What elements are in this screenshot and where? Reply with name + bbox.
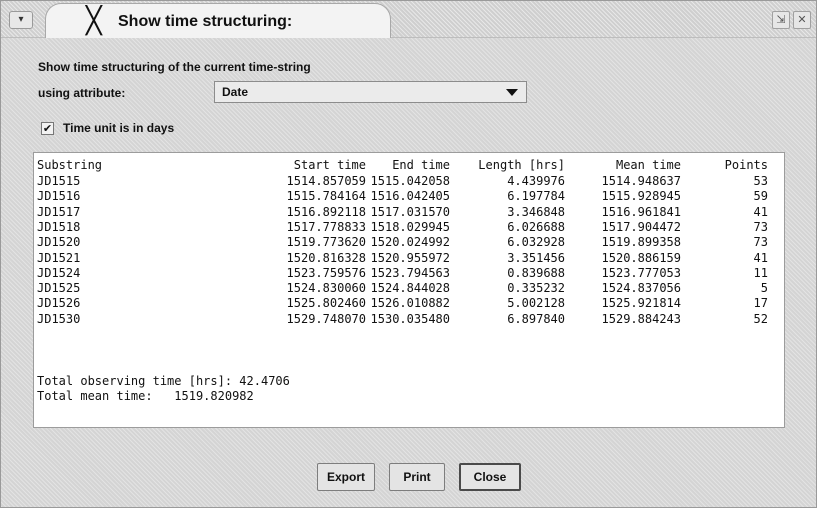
cell-start-time: 1517.778833: [286, 219, 366, 234]
cell-length: 6.032928: [507, 235, 565, 250]
cell-start-time: 1519.773620: [286, 235, 366, 250]
cell-start-time: 1529.748070: [286, 311, 366, 326]
cell-length: 6.026688: [507, 219, 565, 234]
header-length: Length [hrs]: [478, 158, 565, 172]
cell-points: 52: [753, 311, 768, 326]
dialog-window: ▾ ╳ Show time structuring: ⇲ ✕ Show time…: [0, 0, 817, 508]
cell-end-time: 1516.042405: [370, 189, 450, 204]
attribute-select[interactable]: Date: [214, 81, 527, 103]
header-end-time: End time: [392, 158, 450, 172]
cell-start-time: 1523.759576: [286, 265, 366, 280]
cell-substring: JD1517: [37, 204, 81, 219]
cell-length: 3.351456: [507, 250, 565, 265]
cell-points: 59: [753, 189, 768, 204]
cell-end-time: 1517.031570: [370, 204, 450, 219]
total-mean-time: Total mean time: 1519.820982: [37, 389, 254, 403]
cell-points: 73: [753, 235, 768, 250]
attribute-select-value: Date: [222, 85, 249, 99]
window-title: Show time structuring:: [118, 13, 293, 30]
cell-start-time: 1524.830060: [286, 281, 366, 296]
cell-mean-time: 1515.928945: [601, 189, 681, 204]
cell-points: 11: [753, 265, 768, 280]
chevron-down-icon: [506, 89, 518, 96]
attribute-label: using attribute:: [38, 86, 126, 100]
table-row: JD1520 1519.773620 1520.024992 6.032928 1519…: [34, 235, 784, 250]
cell-mean-time: 1524.837056: [601, 281, 681, 296]
cell-end-time: 1530.035480: [370, 311, 450, 326]
cell-length: 6.197784: [507, 189, 565, 204]
cell-mean-time: 1519.899358: [601, 235, 681, 250]
cell-length: 5.002128: [507, 296, 565, 311]
cell-start-time: 1516.892118: [286, 204, 366, 219]
table-row: JD1516 1515.784164 1516.042405 6.197784 1515…: [34, 189, 784, 204]
cell-length: 3.346848: [507, 204, 565, 219]
days-checkbox-label: Time unit is in days: [63, 121, 175, 135]
cell-substring: JD1520: [37, 235, 81, 250]
table-row: JD1518 1517.778833 1518.029945 6.026688 1517…: [34, 220, 784, 235]
cell-mean-time: 1517.904472: [601, 219, 681, 234]
form-heading: Show time structuring of the current tim…: [38, 60, 311, 74]
title-tab: ╳ Show time structuring:: [45, 3, 391, 38]
cell-mean-time: 1516.961841: [601, 204, 681, 219]
cell-substring: JD1525: [37, 281, 81, 296]
table-row: JD1524 1523.759576 1523.794563 0.839688 1523…: [34, 266, 784, 281]
header-mean-time: Mean time: [615, 158, 681, 172]
cell-end-time: 1520.955972: [370, 250, 450, 265]
cell-end-time: 1523.794563: [370, 265, 450, 280]
cell-points: 53: [753, 174, 768, 188]
close-icon[interactable]: ✕: [793, 11, 811, 29]
cell-length: 4.439976: [507, 174, 565, 188]
table-row: JD1515 1514.857059 1515.042058 4.439976 1514…: [34, 174, 784, 189]
title-bar[interactable]: ▾ ╳ Show time structuring: ⇲ ✕: [1, 1, 816, 38]
cell-start-time: 1515.784164: [286, 189, 366, 204]
cell-length: 6.897840: [507, 311, 565, 326]
table-row: JD1521 1520.816328 1520.955972 3.351456 1520…: [34, 251, 784, 266]
cell-substring: JD1515: [37, 174, 81, 188]
cell-end-time: 1518.029945: [370, 219, 450, 234]
export-button[interactable]: Export: [317, 463, 375, 491]
print-button[interactable]: Print: [389, 463, 445, 491]
cell-end-time: 1526.010882: [370, 296, 450, 311]
cell-points: 41: [753, 250, 768, 265]
table-row: JD1526 1525.802460 1526.010882 5.002128 1525…: [34, 296, 784, 311]
cell-mean-time: 1525.921814: [601, 296, 681, 311]
header-substring: Substring: [37, 158, 103, 172]
header-start-time: Start time: [293, 158, 366, 172]
table-row: JD1525 1524.830060 1524.844028 0.335232 1524…: [34, 281, 784, 296]
header-points: Points: [724, 158, 768, 172]
table-row: JD1530 1529.748070 1530.035480 6.897840 1529…: [34, 312, 784, 327]
cell-length: 0.335232: [507, 281, 565, 296]
cell-substring: JD1516: [37, 189, 81, 204]
total-observing-time: Total observing time [hrs]: 42.4706: [37, 374, 290, 388]
cell-substring: JD1518: [37, 219, 81, 234]
cell-start-time: 1514.857059: [286, 174, 366, 188]
cell-end-time: 1520.024992: [370, 235, 450, 250]
cell-substring: JD1530: [37, 311, 81, 326]
cell-mean-time: 1520.886159: [601, 250, 681, 265]
table-row: JD1517 1516.892118 1517.031570 3.346848 1516…: [34, 205, 784, 220]
days-checkbox[interactable]: ✔: [41, 122, 54, 135]
resize-icon[interactable]: ⇲: [772, 11, 790, 29]
cell-end-time: 1524.844028: [370, 281, 450, 296]
cell-start-time: 1525.802460: [286, 296, 366, 311]
results-text-area[interactable]: Substring Start time End time Length [hr…: [33, 152, 785, 428]
window-menu-button[interactable]: ▾: [9, 11, 33, 29]
cell-end-time: 1515.042058: [370, 174, 450, 188]
cell-points: 41: [753, 204, 768, 219]
cell-points: 17: [753, 296, 768, 311]
cell-mean-time: 1529.884243: [601, 311, 681, 326]
cell-substring: JD1521: [37, 250, 81, 265]
cell-start-time: 1520.816328: [286, 250, 366, 265]
cell-points: 73: [753, 219, 768, 234]
cell-mean-time: 1523.777053: [601, 265, 681, 280]
cell-length: 0.839688: [507, 265, 565, 280]
x-logo-icon: ╳: [86, 6, 102, 36]
cell-substring: JD1526: [37, 296, 81, 311]
table-header: Substring Start time End time Length [hr…: [34, 158, 784, 173]
close-button[interactable]: Close: [459, 463, 521, 491]
cell-substring: JD1524: [37, 265, 81, 280]
cell-points: 5: [760, 281, 768, 296]
cell-mean-time: 1514.948637: [601, 174, 681, 188]
